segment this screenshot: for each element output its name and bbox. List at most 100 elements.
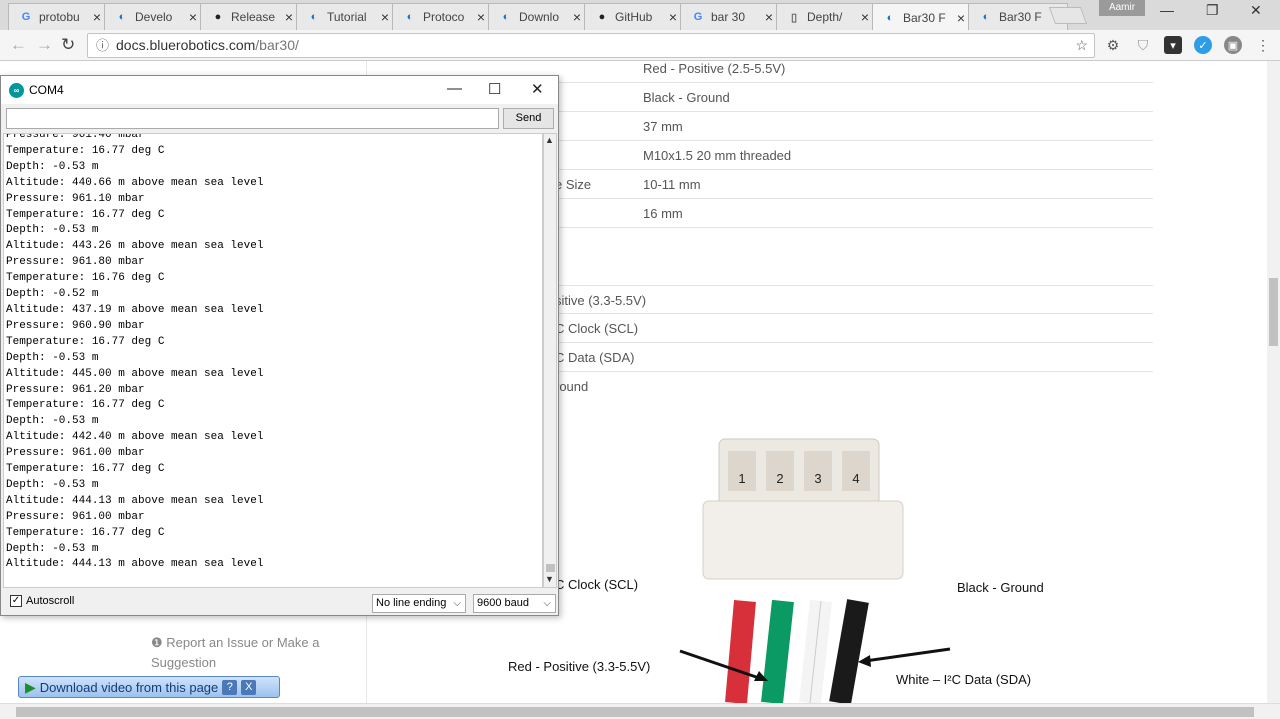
play-icon: ▶ (25, 678, 36, 695)
back-icon[interactable]: ← (10, 35, 27, 55)
tab-close-icon[interactable]: × (381, 9, 389, 25)
browser-tab[interactable]: ◐ Downlo × (488, 3, 588, 30)
browser-tab[interactable]: Gbar 30 × (680, 3, 780, 30)
menu-icon[interactable]: ⋮ (1254, 36, 1272, 54)
tab-close-icon[interactable]: × (189, 9, 197, 25)
forward-icon[interactable]: → (36, 35, 53, 55)
line-ending-value: No line ending (376, 597, 447, 609)
serial-input[interactable] (6, 108, 499, 129)
document-icon: ▯ (790, 11, 798, 24)
download-video-label: Download video from this page (39, 679, 219, 695)
connector-housing (702, 500, 904, 580)
browser-tab[interactable]: ● GitHub × (584, 3, 684, 30)
serial-title: COM4 (29, 83, 64, 97)
bluerobotics-icon: ◐ (118, 11, 126, 23)
maximize-icon[interactable]: ☐ (488, 80, 501, 98)
url-host: docs.bluerobotics.com (116, 37, 256, 53)
info-icon[interactable]: ⓘ (96, 34, 109, 57)
scroll-thumb[interactable] (16, 707, 1254, 717)
tab-close-icon[interactable]: × (285, 9, 293, 25)
tab-label: Downlo (519, 10, 560, 24)
pin-number: 3 (814, 471, 821, 486)
extension-box-icon[interactable]: ▣ (1224, 36, 1242, 54)
browser-tab[interactable]: ● Release × (200, 3, 300, 30)
pocket-icon[interactable]: ▾ (1164, 36, 1182, 54)
tab-label: GitHub (615, 10, 653, 24)
reload-icon[interactable]: ↻ (61, 35, 75, 55)
spec-key: e Size (555, 177, 592, 192)
close-button[interactable]: X (241, 679, 257, 695)
chevron-up-icon[interactable]: ▲ (545, 135, 554, 145)
tab-close-icon[interactable]: × (765, 9, 773, 25)
tab-strip: Gprotobu × ◐ Develo × ● Release × ◐ Tutorial × ◐ Pro… (0, 0, 1280, 31)
serial-line: Altitude: 445.00 m above mean sea level (6, 367, 264, 380)
serial-line: Depth: -0.53 m (6, 160, 99, 173)
tab-close-icon[interactable]: × (93, 9, 101, 25)
browser-tab[interactable]: ◐ Bar30 F × (872, 3, 972, 31)
scroll-thumb[interactable] (546, 564, 555, 572)
arduino-icon: ∞ (9, 83, 24, 98)
serial-line: Temperature: 16.77 deg C (6, 208, 165, 221)
serial-line: Temperature: 16.76 deg C (6, 272, 165, 285)
browser-tab[interactable]: Gprotobu × (8, 3, 108, 30)
extension-check-icon[interactable]: ✓ (1194, 36, 1212, 54)
download-video-bar[interactable]: ▶ Download video from this page ? X (18, 676, 280, 698)
shield-icon[interactable]: ⛉ (1134, 36, 1152, 54)
serial-line: Temperature: 16.77 deg C (6, 335, 165, 348)
chevron-down-icon: ⌵ (543, 598, 551, 609)
help-button[interactable]: ? (222, 679, 238, 695)
chevron-down-icon[interactable]: ▼ (545, 574, 554, 584)
report-issue-link[interactable]: ❶ Report an Issue or Make a Suggestion (151, 633, 331, 673)
google-icon: G (693, 11, 703, 23)
tab-close-icon[interactable]: × (477, 9, 485, 25)
info-circle-icon: ❶ (151, 635, 167, 650)
extension-gear-icon[interactable]: ⚙ (1104, 36, 1122, 54)
spec-value: 16 mm (643, 206, 683, 221)
close-window-icon[interactable]: ✕ (1250, 2, 1262, 19)
scroll-thumb[interactable] (1269, 278, 1278, 346)
serial-line: Pressure: 961.00 mbar (6, 447, 145, 460)
serial-line: Pressure: 961.20 mbar (6, 383, 145, 396)
tab-close-icon[interactable]: × (861, 9, 869, 25)
new-tab-button[interactable] (1048, 7, 1088, 24)
pin-number: 4 (852, 471, 859, 486)
tab-close-icon[interactable]: × (957, 10, 965, 26)
browser-tab[interactable]: ▯ Depth/ × (776, 3, 876, 30)
pin-description: sitive (3.3-5.5V) (555, 293, 647, 308)
profile-button[interactable]: Aamir (1099, 0, 1145, 16)
tab-close-icon[interactable]: × (573, 9, 581, 25)
tab-label: Tutorial (327, 10, 367, 24)
close-icon[interactable]: ✕ (531, 80, 544, 98)
serial-line: Depth: -0.53 m (6, 224, 99, 237)
send-button[interactable]: Send (503, 108, 554, 129)
bookmark-star-icon[interactable]: ☆ (1075, 34, 1088, 57)
restore-icon[interactable]: ❐ (1206, 2, 1219, 19)
line-ending-select[interactable]: No line ending ⌵ (372, 594, 466, 613)
serial-titlebar[interactable]: ∞ COM4 — ☐ ✕ (1, 76, 558, 104)
serial-scrollbar[interactable]: ▲ ▼ (543, 133, 557, 588)
minimize-icon[interactable]: — (447, 80, 462, 97)
pin-description: C Clock (SCL) (555, 321, 639, 336)
serial-line: Altitude: 437.19 m above mean sea level (6, 303, 264, 316)
browser-tab[interactable]: ◐ Protoco × (392, 3, 492, 30)
google-icon: G (21, 11, 31, 23)
browser-tab[interactable]: ◐ Tutorial × (296, 3, 396, 30)
serial-line: Pressure: 961.10 mbar (6, 192, 145, 205)
tab-label: Bar30 F (999, 10, 1042, 24)
baud-select[interactable]: 9600 baud ⌵ (473, 594, 556, 613)
tab-close-icon[interactable]: × (669, 9, 677, 25)
pin-description: C Data (SDA) (555, 350, 635, 365)
chevron-down-icon: ⌵ (453, 598, 461, 609)
minimize-icon[interactable]: — (1160, 2, 1174, 18)
address-bar[interactable]: ⓘ docs.bluerobotics.com/bar30/ ☆ (87, 33, 1095, 58)
browser-toolbar: ← → ↻ ⓘ docs.bluerobotics.com/bar30/ ☆ ⚙… (0, 30, 1280, 61)
arrow-ground (864, 647, 951, 663)
autoscroll-checkbox[interactable]: ✓ (10, 595, 22, 607)
spec-value: M10x1.5 20 mm threaded (643, 148, 792, 163)
pin-number: 2 (776, 471, 783, 486)
horizontal-scrollbar[interactable] (0, 703, 1280, 719)
vertical-scrollbar[interactable] (1267, 61, 1280, 703)
red-wire (725, 600, 756, 703)
browser-tab[interactable]: ◐ Develo × (104, 3, 204, 30)
serial-line: Pressure: 961.40 mbar (6, 133, 145, 141)
